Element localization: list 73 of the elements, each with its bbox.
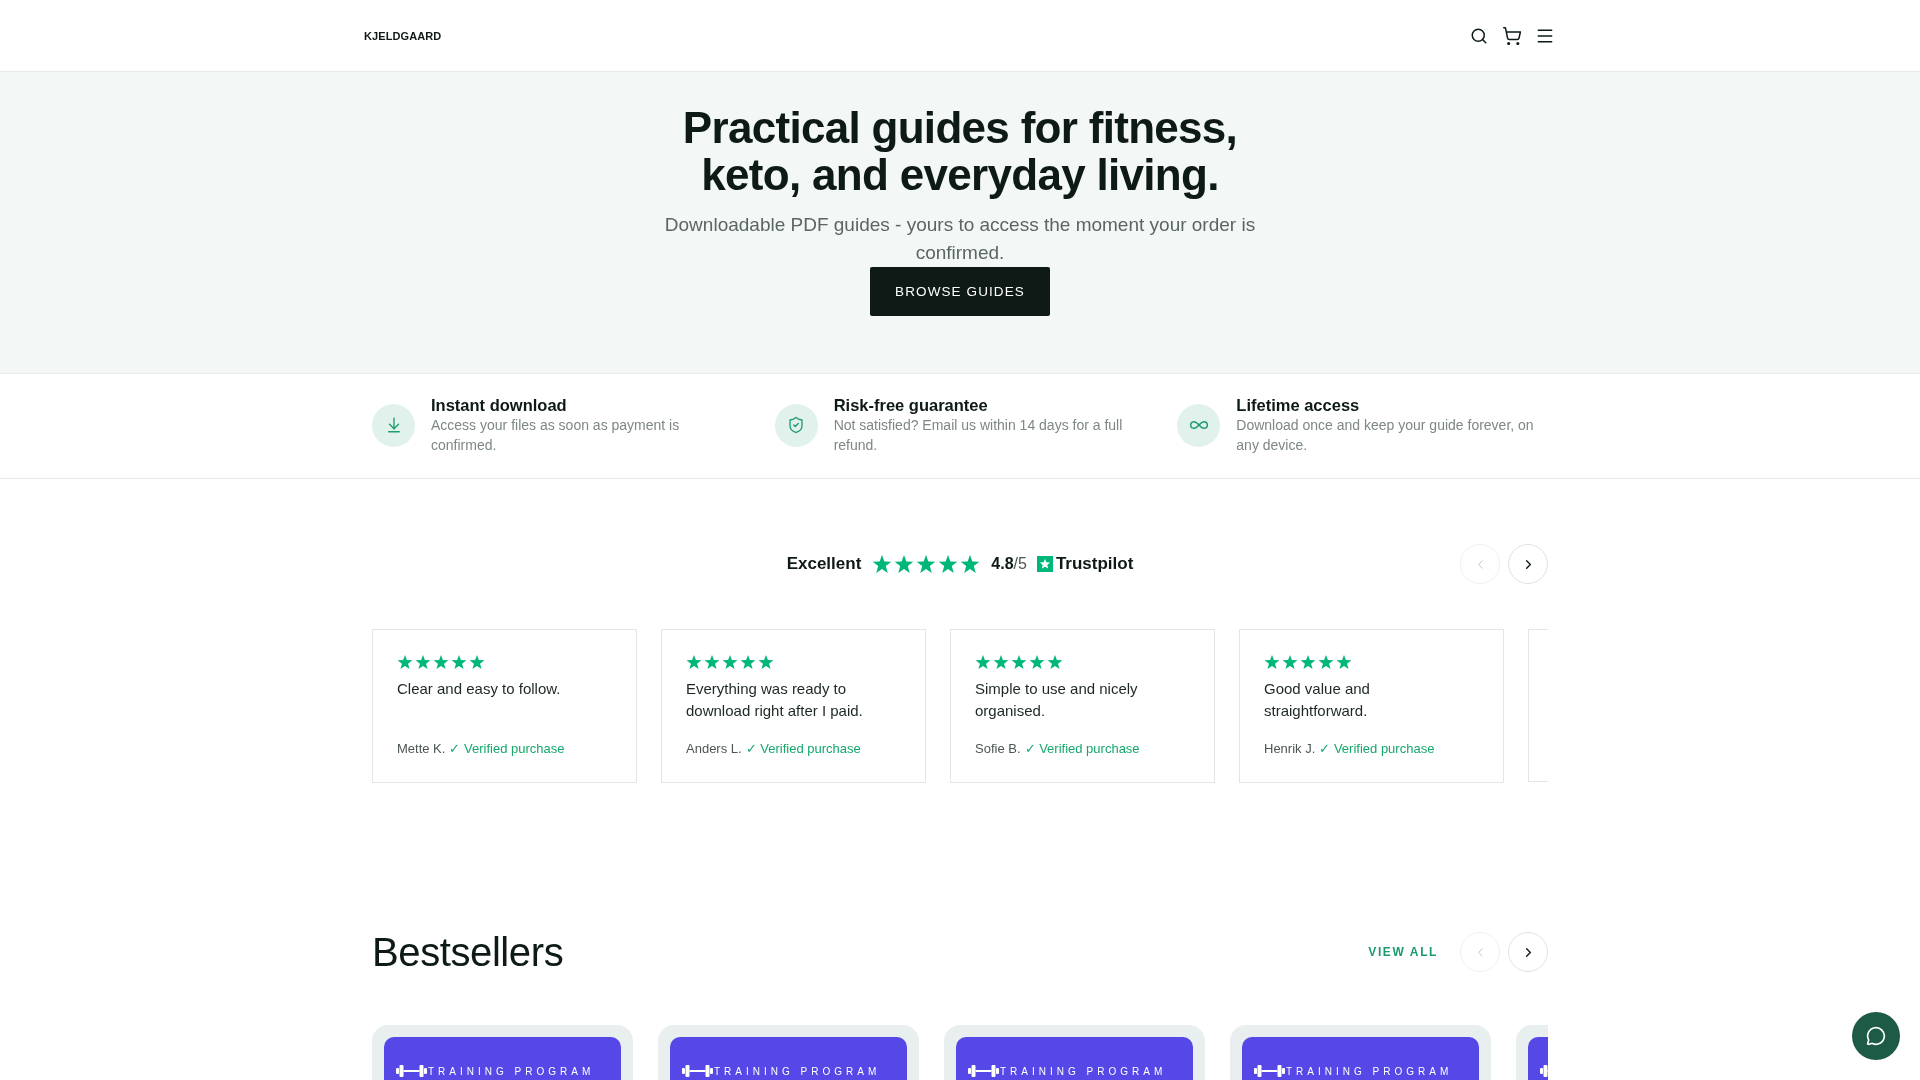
review-text: Good value and straightforward. bbox=[1264, 679, 1371, 721]
star-icon bbox=[704, 654, 720, 670]
star-icon bbox=[993, 654, 1009, 670]
cart-button[interactable] bbox=[1501, 24, 1523, 47]
feature-title: Risk-free guarantee bbox=[833, 395, 988, 415]
star-icon bbox=[1282, 654, 1298, 670]
star-icon bbox=[415, 654, 431, 670]
cart-icon bbox=[1502, 25, 1522, 46]
rating-score: 4.8/5 bbox=[991, 555, 1027, 573]
feature-description: Not satisfied? Email us within 14 days for a full refund. bbox=[833, 416, 1124, 455]
shield-check-icon bbox=[787, 416, 806, 434]
view-all-link[interactable]: VIEW ALL bbox=[1368, 945, 1438, 959]
star-icon bbox=[960, 554, 981, 574]
review-text: Clear and easy to follow. bbox=[397, 679, 561, 699]
brand-name: Trustpilot bbox=[1055, 554, 1134, 574]
star-icon bbox=[1011, 654, 1027, 670]
product-tag: TRAINING PROGRAM bbox=[1286, 1065, 1453, 1077]
star-icon bbox=[433, 654, 449, 670]
star-icon bbox=[938, 554, 959, 574]
feature-description: Access your files as soon as payment is confirmed. bbox=[431, 416, 681, 455]
star-icon bbox=[1264, 654, 1280, 670]
star-icon bbox=[975, 654, 991, 670]
browse-guides-button[interactable]: BROWSE GUIDES bbox=[870, 267, 1050, 316]
star-logo-icon bbox=[1036, 556, 1053, 572]
verified-label: ✓ Verified purchase bbox=[745, 740, 861, 757]
review-text: Simple to use and nicely organised. bbox=[975, 679, 1139, 721]
search-icon bbox=[1470, 26, 1488, 45]
dumbbell-icon bbox=[1254, 1065, 1285, 1077]
product-card[interactable]: TRAINING PROGRAM bbox=[1230, 1025, 1491, 1080]
star-icon bbox=[1029, 654, 1045, 670]
chat-button[interactable] bbox=[1852, 1012, 1900, 1060]
star-icon bbox=[1336, 654, 1352, 670]
product-card[interactable]: TRAINING PROGRAM bbox=[944, 1025, 1205, 1080]
hero-title: Practical guides for fitness, keto, and everyday living. bbox=[681, 104, 1239, 198]
star-icon bbox=[469, 654, 485, 670]
dumbbell-icon bbox=[396, 1065, 427, 1077]
review-author: Anders L. bbox=[686, 740, 742, 757]
star-icon bbox=[451, 654, 467, 670]
star-icon bbox=[1318, 654, 1334, 670]
product-tag: TRAINING PROGRAM bbox=[714, 1065, 881, 1077]
rating-label: Excellent bbox=[786, 554, 862, 574]
star-icon bbox=[740, 654, 756, 670]
review-author: Henrik J. bbox=[1264, 740, 1316, 757]
product-card[interactable]: TRAINING PROGRAM bbox=[372, 1025, 633, 1080]
verified-label: ✓ Verified purchase bbox=[1319, 740, 1435, 757]
verified-label: ✓ Verified purchase bbox=[449, 740, 565, 757]
dumbbell-icon bbox=[682, 1065, 713, 1077]
verified-label: ✓ Verified purchase bbox=[1024, 740, 1140, 757]
star-icon bbox=[686, 654, 702, 670]
star-icon bbox=[872, 554, 893, 574]
star-icon bbox=[916, 554, 937, 574]
star-icon bbox=[397, 654, 413, 670]
chat-icon bbox=[1866, 1026, 1886, 1046]
dumbbell-icon bbox=[1540, 1065, 1548, 1077]
feature-description: Download once and keep your guide forever, on any device. bbox=[1236, 416, 1535, 455]
star-icon bbox=[894, 554, 915, 574]
review-author: Sofie B. bbox=[975, 740, 1021, 757]
feature-title: Lifetime access bbox=[1236, 395, 1360, 415]
star-icon bbox=[1047, 654, 1063, 670]
logo[interactable]: KJELDGAARD bbox=[364, 29, 442, 42]
product-tag: TRAINING PROGRAM bbox=[1000, 1065, 1167, 1077]
star-icon bbox=[1300, 654, 1316, 670]
product-card[interactable] bbox=[1516, 1025, 1548, 1080]
star-icon bbox=[722, 654, 738, 670]
dumbbell-icon bbox=[968, 1065, 999, 1077]
star-icon bbox=[758, 654, 774, 670]
review-text: Everything was ready to download right after I paid. bbox=[686, 679, 864, 721]
product-tag: TRAINING PROGRAM bbox=[428, 1065, 595, 1077]
section-title: Bestsellers bbox=[372, 929, 564, 975]
review-author: Mette K. bbox=[397, 740, 446, 757]
feature-title: Instant download bbox=[431, 395, 567, 415]
hero-subtitle: Downloadable PDF guides - yours to access the moment your order is confirmed. bbox=[663, 213, 1257, 265]
product-card[interactable]: TRAINING PROGRAM bbox=[658, 1025, 919, 1080]
